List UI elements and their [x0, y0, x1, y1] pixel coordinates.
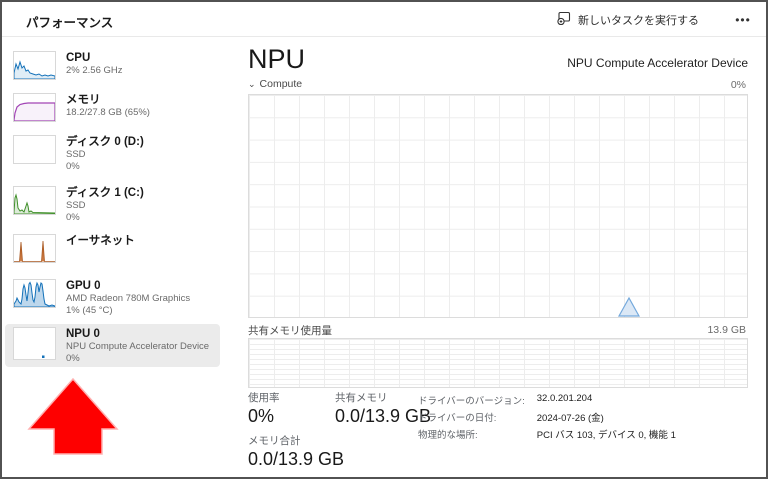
red-annotation-arrow	[27, 377, 119, 455]
physical-location-label: 物理的な場所:	[418, 430, 478, 441]
sidebar-disk1-usage: 0%	[66, 211, 80, 223]
usage-label: 使用率	[248, 392, 280, 404]
shared-memory-section-header: 共有メモリ使用量 13.9 GB	[248, 323, 748, 337]
sidebar-cpu-stats: 2% 2.56 GHz	[66, 65, 123, 76]
npu-stats: 使用率 0% 共有メモリ 0.0/13.9 GB メモリ合計 0.0/13.9 …	[248, 392, 754, 477]
sidebar-item-disk0[interactable]: ディスク 0 (D:) SSD 0%	[5, 132, 220, 175]
compute-usage-spike	[617, 297, 641, 317]
sidebar-item-memory[interactable]: メモリ 18.2/27.8 GB (65%)	[5, 90, 220, 125]
device-name: NPU Compute Accelerator Device	[567, 56, 748, 70]
driver-info: ドライバーのバージョン: 32.0.201.204 ドライバーの日付: 2024…	[418, 393, 676, 441]
header: パフォーマンス 新しいタスクを実行する •••	[2, 2, 766, 37]
sidebar-memory-title: メモリ	[66, 94, 101, 106]
run-new-task-label: 新しいタスクを実行する	[578, 14, 699, 27]
compute-utilization-value: 0%	[730, 79, 746, 91]
shared-memory-label: 共有メモリ	[335, 392, 388, 404]
run-new-task-button[interactable]: 新しいタスクを実行する	[548, 7, 708, 32]
chevron-down-icon: ⌄	[248, 79, 256, 89]
driver-date-label: ドライバーの日付:	[418, 413, 497, 424]
sidebar-disk1-title: ディスク 1 (C:)	[66, 187, 144, 199]
npu0-mini-chart	[13, 327, 56, 360]
driver-date-value: 2024-07-26 (金)	[536, 413, 604, 424]
shared-memory-max-value: 13.9 GB	[707, 324, 746, 336]
new-task-window-plus-icon	[557, 11, 571, 28]
sidebar-disk1-type: SSD	[66, 200, 86, 211]
sidebar-gpu0-stats: 1% (45 °C)	[66, 304, 113, 316]
disk1-mini-chart	[13, 186, 56, 215]
ethernet-mini-chart	[13, 234, 56, 263]
driver-version-value: 32.0.201.204	[536, 393, 593, 404]
shared-memory-chart	[248, 338, 748, 388]
memory-mini-chart	[13, 93, 56, 122]
total-memory-value: 0.0/13.9 GB	[248, 449, 345, 469]
task-manager-window: パフォーマンス 新しいタスクを実行する ••• CPU 2% 2.56 GHz	[0, 0, 768, 479]
ellipsis-icon: •••	[735, 12, 751, 27]
sidebar-disk0-usage: 0%	[66, 160, 80, 172]
sidebar-item-disk1[interactable]: ディスク 1 (C:) SSD 0%	[5, 183, 220, 226]
more-options-button[interactable]: •••	[728, 7, 758, 32]
sidebar-disk0-title: ディスク 0 (D:)	[66, 136, 144, 148]
sidebar-memory-stats: 18.2/27.8 GB (65%)	[66, 107, 150, 118]
sidebar-item-cpu[interactable]: CPU 2% 2.56 GHz	[5, 48, 220, 83]
compute-label[interactable]: ⌄ Compute	[248, 78, 302, 90]
sidebar-npu0-usage: 0%	[66, 352, 80, 364]
compute-section-header: ⌄ Compute 0%	[248, 78, 748, 92]
disk0-mini-chart	[13, 135, 56, 164]
gpu0-mini-chart	[13, 279, 56, 308]
sidebar-disk0-type: SSD	[66, 149, 86, 160]
sidebar-item-gpu0[interactable]: GPU 0 AMD Radeon 780M Graphics 1% (45 °C…	[5, 276, 220, 319]
sidebar-item-npu0[interactable]: NPU 0 NPU Compute Accelerator Device 0%	[5, 324, 220, 367]
shared-memory-value: 0.0/13.9 GB	[335, 406, 432, 426]
physical-location-value: PCI バス 103, デバイス 0, 機能 1	[536, 430, 676, 441]
main-title: NPU	[248, 44, 306, 74]
sidebar-cpu-title: CPU	[66, 52, 91, 64]
sidebar-npu0-title: NPU 0	[66, 328, 100, 340]
sidebar-npu0-device: NPU Compute Accelerator Device	[66, 341, 210, 352]
shared-memory-chart-label: 共有メモリ使用量	[248, 325, 332, 337]
sidebar-gpu0-device: AMD Radeon 780M Graphics	[66, 293, 191, 304]
npu-compute-chart	[248, 94, 748, 318]
page-title: パフォーマンス	[26, 16, 114, 30]
total-memory-label: メモリ合計	[248, 435, 301, 447]
usage-value: 0%	[248, 406, 275, 426]
sidebar-ethernet-title: イーサネット	[66, 235, 135, 247]
cpu-mini-chart	[13, 51, 56, 80]
sidebar-item-ethernet[interactable]: イーサネット	[5, 231, 220, 266]
sidebar-gpu0-title: GPU 0	[66, 280, 101, 292]
driver-version-label: ドライバーのバージョン:	[418, 396, 525, 407]
